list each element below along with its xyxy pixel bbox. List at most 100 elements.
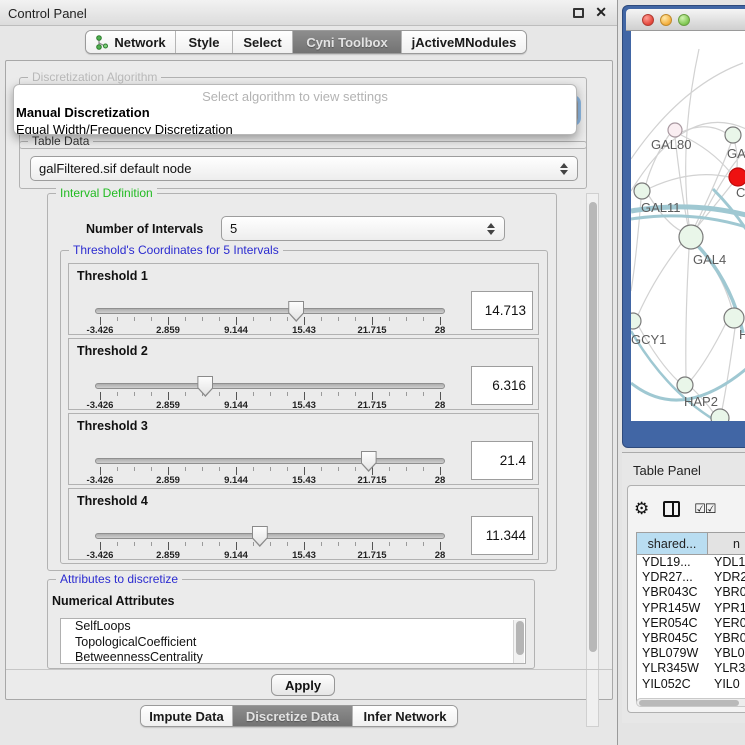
zoom-traffic-icon[interactable] (678, 14, 690, 26)
column-header[interactable]: shared... (637, 533, 708, 554)
table-cell[interactable]: YER0 (708, 616, 745, 631)
threshold-value-field[interactable]: 6.316 (471, 366, 533, 405)
tab-infer-network[interactable]: Infer Network (353, 706, 457, 726)
scrollbar-thumb[interactable] (516, 621, 524, 655)
table-row[interactable]: YBR043CYBR0 (637, 585, 745, 600)
node-gal11[interactable] (634, 183, 650, 199)
columns-icon[interactable] (663, 501, 680, 517)
table-row[interactable]: YLR345WYLR3 (637, 661, 745, 676)
apply-button[interactable]: Apply (271, 674, 335, 696)
table-panel: Table Panel ⚙ ☑ ☑ shared... n YDL19...YD… (622, 452, 745, 723)
table-row[interactable]: YDR27...YDR2 (637, 570, 745, 585)
combo-arrows-icon (560, 163, 568, 175)
group-title: Interval Definition (56, 186, 157, 200)
table-row[interactable]: YER054CYER0 (637, 616, 745, 631)
attribute-list-item[interactable]: TopologicalCoefficient (61, 635, 525, 651)
table-cell[interactable]: YDR2 (708, 570, 745, 585)
table-cell[interactable]: YBR045C (637, 631, 708, 646)
threshold-slider[interactable] (95, 458, 445, 464)
numerical-attributes-list[interactable]: SelfLoopsTopologicalCoefficientBetweenne… (60, 618, 526, 664)
table-cell[interactable]: YDL19... (637, 555, 708, 570)
table-cell[interactable]: YBL079W (637, 646, 708, 661)
node-gal4[interactable] (679, 225, 703, 249)
checkbox-checked-icon[interactable]: ☑ (694, 501, 705, 517)
tab-impute-data[interactable]: Impute Data (141, 706, 233, 726)
attribute-items: SelfLoopsTopologicalCoefficientBetweenne… (61, 619, 525, 664)
tick-label: -3.426 (87, 475, 114, 486)
threshold-row: Threshold 1 -3.4262.8599.14415.4321.7152… (68, 263, 539, 335)
threshold-slider[interactable] (95, 533, 445, 539)
tick-label: -3.426 (87, 325, 114, 336)
table-cell[interactable]: YBR0 (708, 631, 745, 646)
table-cell[interactable]: YLR3 (708, 661, 745, 676)
close-traffic-icon[interactable] (642, 14, 654, 26)
list-scrollbar[interactable] (513, 620, 524, 664)
tick-label: -3.426 (87, 550, 114, 561)
float-window-icon[interactable] (573, 8, 584, 18)
table-data-combo[interactable]: galFiltered.sif default node (30, 156, 578, 181)
tab-label: Discretize Data (246, 709, 339, 724)
tab-cyni-toolbox[interactable]: Cyni Toolbox (293, 31, 402, 53)
table-cell[interactable]: YBR0 (708, 585, 745, 600)
node-red[interactable] (729, 168, 745, 186)
network-canvas[interactable]: GAL80 GA C GAL11 GAL4 GCY1 H HAP2 (631, 31, 745, 421)
node[interactable] (711, 409, 729, 421)
close-icon[interactable]: ✕ (595, 4, 607, 21)
tab-style[interactable]: Style (176, 31, 233, 53)
bottom-tab-bar: Impute Data Discretize Data Infer Networ… (140, 705, 458, 727)
attribute-list-item[interactable]: BetweennessCentrality (61, 650, 525, 664)
popup-option-manual-discretization[interactable]: Manual Discretization (14, 104, 576, 121)
threshold-value-field[interactable]: 11.344 (471, 516, 533, 555)
node[interactable] (724, 308, 744, 328)
table-cell[interactable]: YER054C (637, 616, 708, 631)
tab-label: Cyni Toolbox (306, 35, 387, 50)
node-hap2[interactable] (677, 377, 693, 393)
tab-discretize-data[interactable]: Discretize Data (233, 706, 353, 726)
tab-label: jActiveMNodules (412, 35, 517, 50)
threshold-value-field[interactable]: 21.4 (471, 441, 533, 480)
tick-label: 28 (435, 475, 446, 486)
tick-label: 9.144 (224, 550, 248, 561)
network-view-window[interactable]: GAL80 GA C GAL11 GAL4 GCY1 H HAP2 (622, 5, 745, 448)
node[interactable] (725, 127, 741, 143)
tab-select[interactable]: Select (233, 31, 293, 53)
node-gcy1[interactable] (631, 313, 641, 329)
table-horizontal-scrollbar[interactable] (636, 698, 745, 707)
checkbox-checked-icon[interactable]: ☑ (705, 501, 716, 517)
table-row[interactable]: YIL052CYIL0 (637, 677, 745, 692)
scrollbar-thumb[interactable] (639, 700, 739, 706)
node-gal80[interactable] (668, 123, 682, 137)
tick-label: 15.43 (292, 550, 316, 561)
table-cell[interactable]: YLR345W (637, 661, 708, 676)
tab-network[interactable]: Network (86, 31, 176, 53)
table-cell[interactable]: YBL0 (708, 646, 745, 661)
minimize-traffic-icon[interactable] (660, 14, 672, 26)
table-cell[interactable]: YDL1 (708, 555, 745, 570)
table-cell[interactable]: YDR27... (637, 570, 708, 585)
node-attribute-table[interactable]: shared... n YDL19...YDL1YDR27...YDR2YBR0… (636, 532, 745, 702)
combo-value: 5 (230, 221, 237, 236)
table-cell[interactable]: YPR145W (637, 601, 708, 616)
network-icon (95, 35, 109, 50)
scrollbar-thumb[interactable] (589, 202, 597, 652)
table-row[interactable]: YBL079WYBL0 (637, 646, 745, 661)
number-of-intervals-combo[interactable]: 5 (221, 216, 505, 241)
table-row[interactable]: YBR045CYBR0 (637, 631, 745, 646)
attribute-list-item[interactable]: SelfLoops (61, 619, 525, 635)
top-tab-bar: Network Style Select Cyni Toolbox jActiv… (85, 30, 527, 54)
table-row[interactable]: YPR145WYPR1 (637, 601, 745, 616)
threshold-slider[interactable] (95, 383, 445, 389)
threshold-value-field[interactable]: 14.713 (471, 291, 533, 330)
table-cell[interactable]: YPR1 (708, 601, 745, 616)
tick-label: 2.859 (156, 550, 180, 561)
column-header[interactable]: n (708, 533, 745, 554)
tab-jactivemnodules[interactable]: jActiveMNodules (402, 31, 526, 53)
gear-icon[interactable]: ⚙ (634, 499, 649, 519)
table-row[interactable]: YDL19...YDL1 (637, 555, 745, 570)
threshold-slider[interactable] (95, 308, 445, 314)
settings-scrollbar[interactable] (586, 193, 599, 727)
table-cell[interactable]: YIL052C (637, 677, 708, 692)
table-cell[interactable]: YBR043C (637, 585, 708, 600)
table-cell[interactable]: YIL0 (708, 677, 745, 692)
popup-option-equal-width-frequency[interactable]: Equal Width/Frequency Discretization (14, 121, 576, 135)
